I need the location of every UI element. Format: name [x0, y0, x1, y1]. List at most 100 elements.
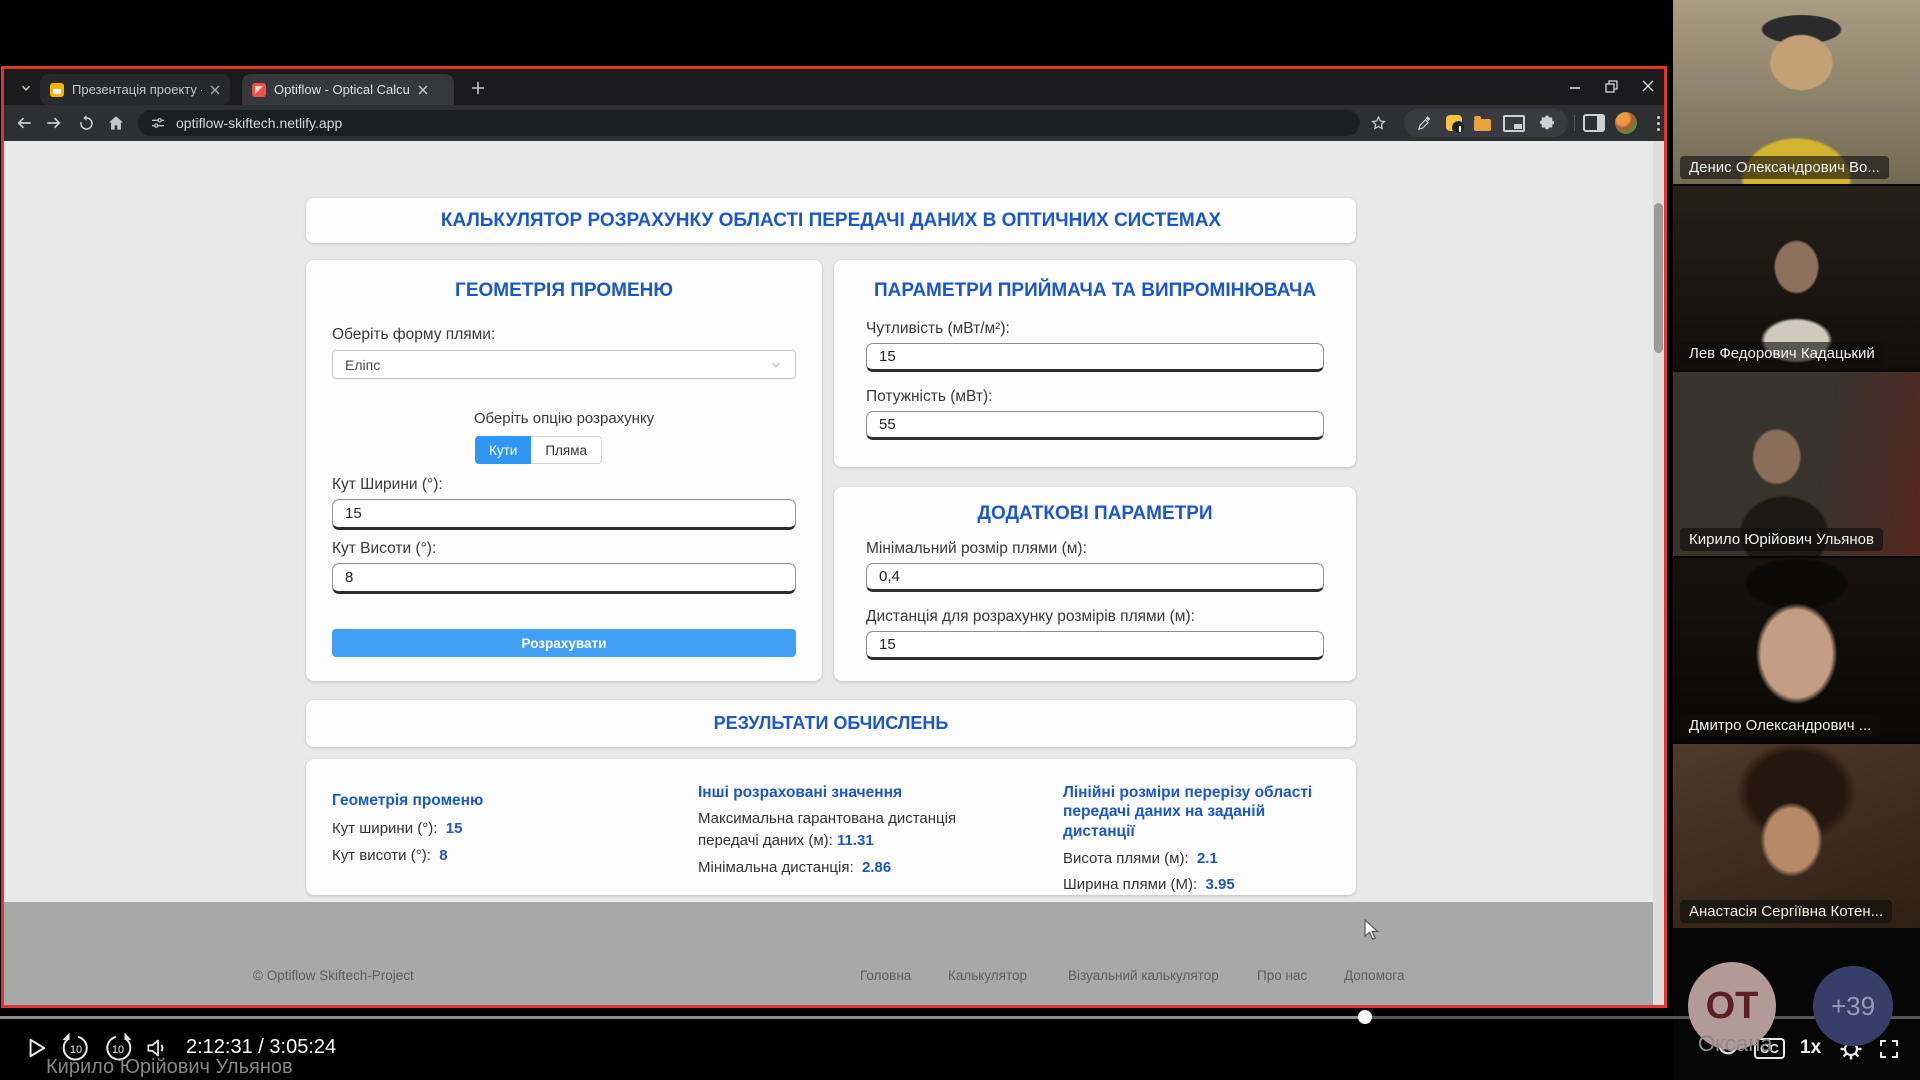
participant-name: Кирило Юрійович Ульянов [1680, 528, 1883, 551]
video-progress-bar[interactable] [0, 1016, 1920, 1019]
option-label: Оберіть опцію розрахунку [306, 410, 822, 427]
participant-video-tile[interactable]: Кирило Юрійович Ульянов [1673, 372, 1920, 556]
result-max-distance-value: 11.31 [837, 832, 874, 849]
participant-name: Денис Олександрович Во... [1680, 156, 1889, 179]
calculate-button[interactable]: Розрахувати [332, 629, 796, 657]
google-slides-icon [50, 83, 64, 97]
address-bar[interactable]: optiflow-skiftech.netlify.app [138, 110, 1360, 136]
close-icon[interactable] [1642, 80, 1654, 92]
playback-speed-button[interactable]: 1x [1800, 1037, 1821, 1059]
tab-strip: Презентація проекту - Google Optiflow - … [4, 69, 1664, 105]
shape-select-value: Еліпс [345, 357, 380, 373]
result-spot-width-value: 3.95 [1206, 876, 1235, 893]
participants-sidebar: Денис Олександрович Во... Лев Федорович … [1673, 0, 1920, 1080]
power-input[interactable] [866, 411, 1324, 440]
bookmark-star-icon[interactable] [1366, 111, 1390, 135]
participant-video-tile[interactable]: Анастасія Сергіївна Котен... [1673, 744, 1920, 928]
results-col1-heading: Геометрія променю [332, 791, 632, 810]
video-call-screen: Презентація проекту - Google Optiflow - … [0, 0, 1920, 1080]
angle-width-input[interactable] [332, 499, 796, 530]
active-speaker-overlay: Кирило Юрійович Ульянов [46, 1056, 293, 1079]
minimize-icon[interactable] [1569, 80, 1581, 92]
result-spot-width-label: Ширина плями (М): [1063, 876, 1197, 893]
toolbar-separator [1574, 115, 1575, 131]
tab-close-icon[interactable] [418, 85, 428, 95]
footer-link-calculator[interactable]: Калькулятор [948, 968, 1027, 983]
tab-presentation[interactable]: Презентація проекту - Google [40, 74, 230, 105]
participant-video-tile[interactable]: Денис Олександрович Во... [1673, 0, 1920, 184]
sensitivity-label: Чутливість (мВт/м²): [866, 320, 1010, 338]
more-participants-badge[interactable]: +39 [1813, 966, 1893, 1046]
participant-name: Дмитро Олександрович ... [1680, 714, 1880, 737]
min-spot-input[interactable] [866, 563, 1324, 592]
participant-name: Лев Федорович Кадацький [1680, 342, 1884, 365]
option-angles-button[interactable]: Кути [475, 436, 531, 464]
shape-select[interactable]: Еліпс [332, 350, 796, 379]
chrome-window: Презентація проекту - Google Optiflow - … [4, 69, 1664, 1005]
mouse-cursor [1363, 919, 1383, 941]
fullscreen-icon[interactable] [1876, 1036, 1902, 1062]
footer-link-about[interactable]: Про нас [1257, 968, 1307, 983]
result-spot-height-label: Висота плями (м): [1063, 850, 1189, 867]
participant-name: Анастасія Сергіївна Котен... [1680, 900, 1892, 923]
sensitivity-input[interactable] [866, 343, 1324, 372]
result-height-label: Кут висоти (°): [332, 847, 431, 864]
page-title-card: КАЛЬКУЛЯТОР РОЗРАХУНКУ ОБЛАСТІ ПЕРЕДАЧІ … [306, 198, 1356, 243]
result-min-distance-value: 2.86 [862, 859, 891, 876]
profile-avatar-icon[interactable] [1614, 111, 1638, 135]
forward-icon[interactable] [42, 111, 66, 135]
receiver-heading: ПАРАМЕТРИ ПРИЙМАЧА ТА ВИПРОМІНЮВАЧА [834, 280, 1356, 302]
participant-video-tile[interactable]: Лев Федорович Кадацький [1673, 186, 1920, 370]
participant-video-tile[interactable]: Дмитро Олександрович ... [1673, 558, 1920, 742]
folder-extension-icon[interactable] [1474, 119, 1491, 131]
extensions-puzzle-icon[interactable] [1538, 114, 1556, 132]
angle-height-label: Кут Висоти (°): [332, 540, 436, 558]
progress-playhead[interactable] [1358, 1010, 1372, 1024]
extensions-group [1404, 109, 1568, 137]
url-text: optiflow-skiftech.netlify.app [176, 115, 342, 131]
additional-card: ДОДАТКОВІ ПАРАМЕТРИ Мінімальний розмір п… [834, 487, 1356, 681]
tab-close-icon[interactable] [210, 85, 220, 95]
back-icon[interactable] [12, 111, 36, 135]
results-col2-heading: Інші розраховані значення [698, 783, 976, 802]
overflow-participant-label: Оксана [1698, 1031, 1773, 1057]
shape-label: Оберіть форму плями: [332, 326, 495, 344]
calc-distance-label: Дистанція для розрахунку розмірів плями … [866, 608, 1195, 626]
results-card: Геометрія променю Кут ширини (°): 15 Кут… [306, 759, 1356, 895]
menu-kebab-icon[interactable] [1646, 111, 1670, 135]
picture-in-picture-icon[interactable] [1503, 115, 1525, 132]
tab-optiflow[interactable]: Optiflow - Optical Calcus [242, 74, 454, 105]
scrollbar-thumb[interactable] [1654, 203, 1663, 353]
new-tab-button[interactable] [468, 78, 488, 98]
result-width-label: Кут ширини (°): [332, 820, 437, 837]
angle-height-input[interactable] [332, 563, 796, 594]
home-icon[interactable] [104, 111, 128, 135]
footer-link-visual-calculator[interactable]: Візуальний калькулятор [1068, 968, 1219, 983]
calc-distance-input[interactable] [866, 631, 1324, 660]
results-col-linear: Лінійні розміри перерізу області передач… [1063, 783, 1323, 896]
optiflow-page: КАЛЬКУЛЯТОР РОЗРАХУНКУ ОБЛАСТІ ПЕРЕДАЧІ … [4, 141, 1664, 1005]
angle-width-label: Кут Ширини (°): [332, 476, 443, 494]
power-label: Потужність (мВт): [866, 388, 992, 406]
chevron-down-icon [769, 358, 783, 372]
reload-icon[interactable] [74, 111, 98, 135]
additional-heading: ДОДАТКОВІ ПАРАМЕТРИ [834, 503, 1356, 525]
browser-toolbar: optiflow-skiftech.netlify.app [4, 105, 1664, 141]
page-scrollbar[interactable] [1653, 141, 1664, 1005]
option-spot-button[interactable]: Пляма [531, 436, 602, 464]
restore-icon[interactable] [1605, 80, 1618, 93]
side-panel-icon[interactable] [1582, 111, 1606, 135]
site-info-icon[interactable] [150, 115, 166, 131]
rewind-seconds: 10 [58, 1044, 94, 1056]
receiver-card: ПАРАМЕТРИ ПРИЙМАЧА ТА ВИПРОМІНЮВАЧА Чутл… [834, 260, 1356, 467]
password-alert-icon[interactable] [1446, 115, 1462, 131]
tab-search-chevron-icon[interactable] [16, 78, 36, 98]
footer-link-help[interactable]: Допомога [1344, 968, 1405, 983]
result-width-value: 15 [446, 820, 463, 837]
results-heading: РЕЗУЛЬТАТИ ОБЧИСЛЕНЬ [714, 713, 949, 734]
footer-link-home[interactable]: Головна [860, 968, 911, 983]
results-col3-heading: Лінійні розміри перерізу області передач… [1063, 783, 1323, 841]
page-footer: © Optiflow Skiftech-Project Головна Каль… [4, 902, 1664, 1005]
page-title: КАЛЬКУЛЯТОР РОЗРАХУНКУ ОБЛАСТІ ПЕРЕДАЧІ … [441, 210, 1221, 232]
eyedropper-icon[interactable] [1416, 115, 1433, 132]
